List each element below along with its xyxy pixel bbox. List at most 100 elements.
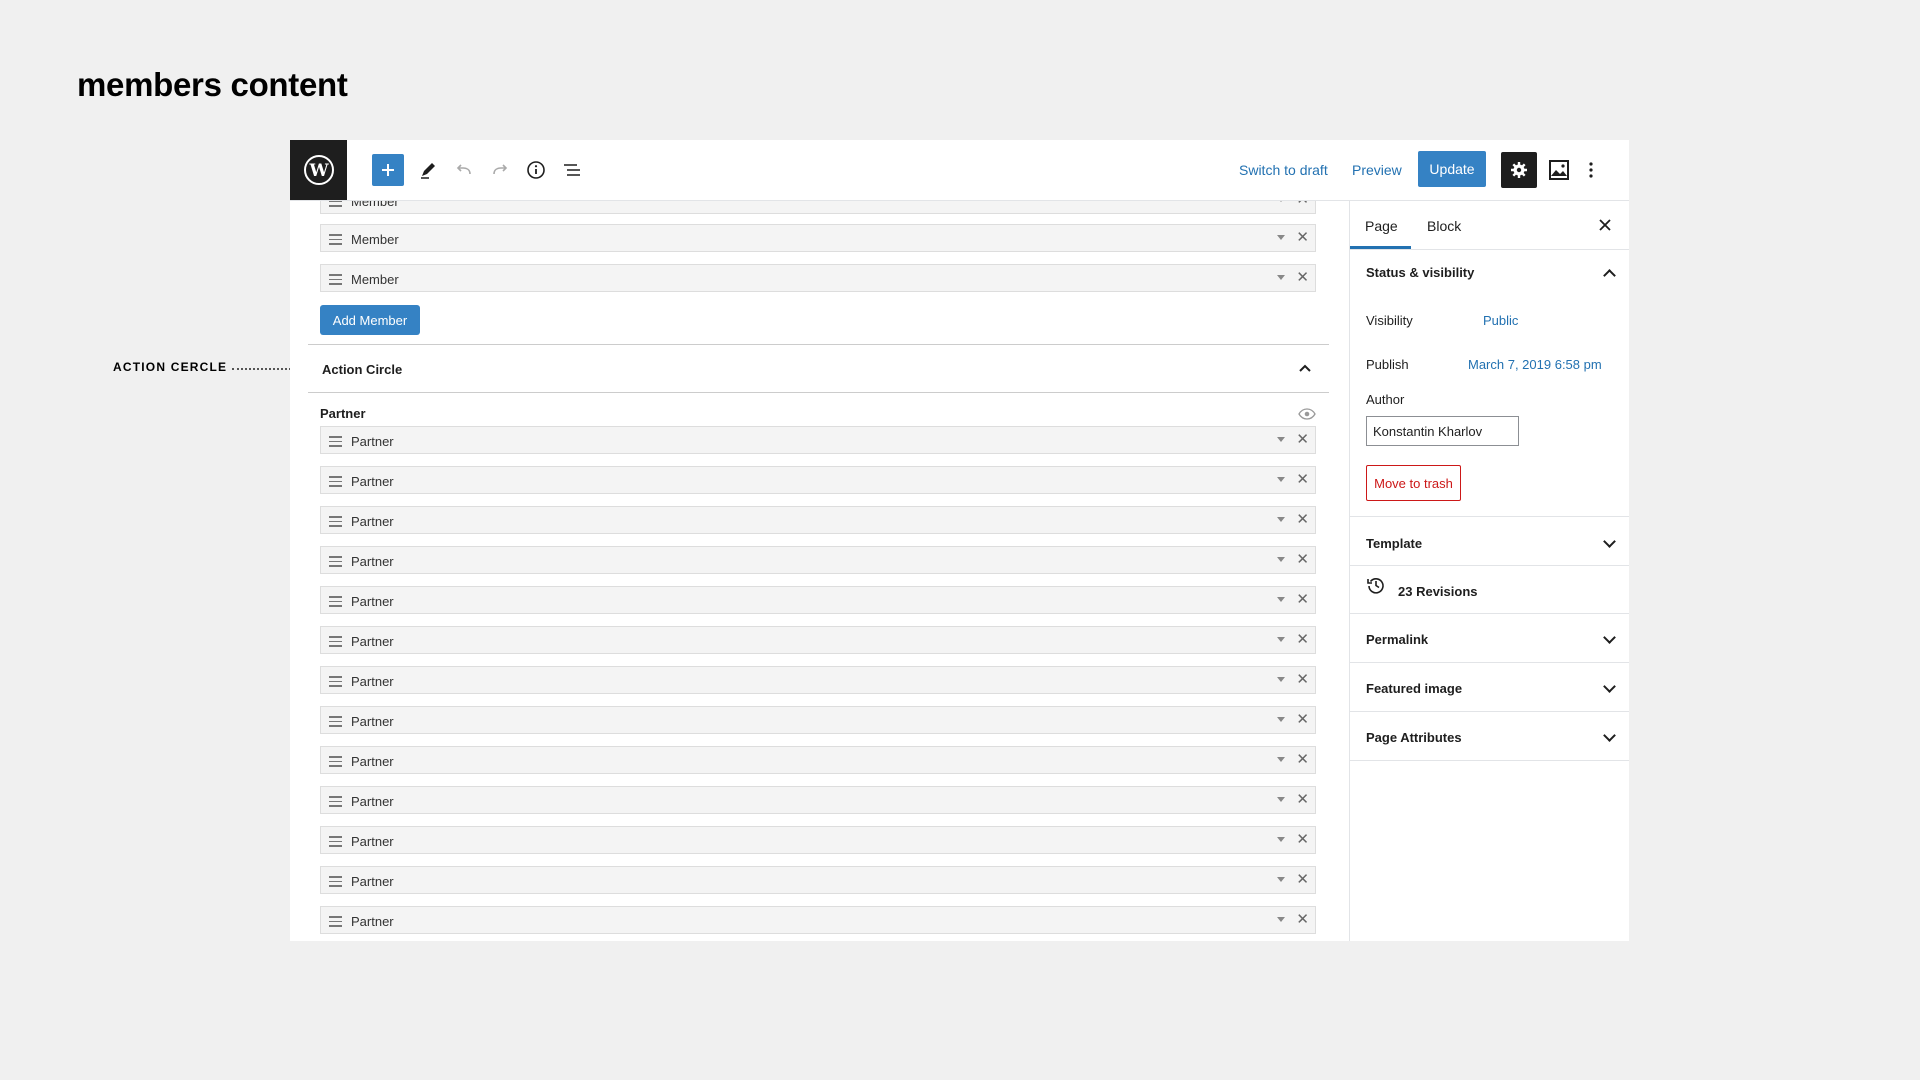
settings-sidebar: Page Block Status & visibility Visibilit… (1349, 200, 1629, 941)
partner-row[interactable]: Partner ✕ (320, 506, 1316, 534)
dropdown-arrow-icon[interactable] (1277, 557, 1285, 562)
permalink-panel-toggle[interactable]: Permalink (1366, 632, 1428, 647)
remove-icon[interactable]: ✕ (1296, 471, 1309, 489)
drag-handle-icon[interactable] (329, 916, 342, 930)
drag-handle-icon[interactable] (329, 636, 342, 650)
drag-handle-icon[interactable] (329, 716, 342, 730)
remove-icon[interactable]: ✕ (1296, 631, 1309, 649)
template-panel-toggle[interactable]: Template (1366, 536, 1422, 551)
visibility-link[interactable]: Public (1483, 313, 1518, 328)
remove-icon[interactable]: ✕ (1296, 831, 1309, 849)
drag-handle-icon[interactable] (329, 876, 342, 890)
status-visibility-panel-toggle[interactable]: Status & visibility (1366, 265, 1474, 280)
drag-handle-icon[interactable] (329, 676, 342, 690)
edit-tools-button[interactable] (416, 158, 440, 182)
chevron-up-icon[interactable] (1603, 269, 1616, 282)
preview-link[interactable]: Preview (1352, 162, 1402, 178)
remove-icon[interactable]: ✕ (1296, 791, 1309, 809)
dropdown-arrow-icon[interactable] (1277, 517, 1285, 522)
tab-block[interactable]: Block (1427, 218, 1461, 234)
drag-handle-icon[interactable] (329, 200, 342, 210)
drag-handle-icon[interactable] (329, 234, 342, 248)
dropdown-arrow-icon[interactable] (1277, 235, 1285, 240)
more-vertical-icon (1589, 162, 1593, 178)
partner-row[interactable]: Partner ✕ (320, 666, 1316, 694)
remove-icon[interactable]: ✕ (1296, 551, 1309, 569)
drag-handle-icon[interactable] (329, 836, 342, 850)
remove-icon[interactable]: ✕ (1296, 229, 1309, 247)
partner-row[interactable]: Partner ✕ (320, 866, 1316, 894)
list-view-button[interactable] (560, 158, 584, 182)
chevron-down-icon[interactable] (1603, 631, 1616, 644)
chevron-down-icon[interactable] (1603, 729, 1616, 742)
drag-handle-icon[interactable] (329, 556, 342, 570)
publish-date-link[interactable]: March 7, 2019 6:58 pm (1468, 357, 1602, 372)
author-select[interactable] (1366, 416, 1519, 446)
tab-page[interactable]: Page (1365, 218, 1398, 234)
remove-icon[interactable]: ✕ (1296, 751, 1309, 769)
page-attributes-panel-toggle[interactable]: Page Attributes (1366, 730, 1462, 745)
partner-row[interactable]: Partner ✕ (320, 426, 1316, 454)
drag-handle-icon[interactable] (329, 274, 342, 288)
remove-icon[interactable]: ✕ (1296, 911, 1309, 929)
add-block-button[interactable] (372, 154, 404, 186)
remove-icon[interactable]: ✕ (1296, 511, 1309, 529)
dropdown-arrow-icon[interactable] (1277, 837, 1285, 842)
chevron-down-icon[interactable] (1603, 680, 1616, 693)
wordpress-logo-button[interactable]: W (290, 140, 347, 200)
drag-handle-icon[interactable] (329, 756, 342, 770)
remove-icon[interactable]: ✕ (1296, 200, 1309, 209)
update-button[interactable]: Update (1418, 151, 1486, 187)
partner-row[interactable]: Partner ✕ (320, 466, 1316, 494)
details-button[interactable] (524, 158, 548, 182)
member-row[interactable]: Member ✕ (320, 264, 1316, 292)
partner-row[interactable]: Partner ✕ (320, 546, 1316, 574)
dropdown-arrow-icon[interactable] (1277, 677, 1285, 682)
move-to-trash-button[interactable]: Move to trash (1366, 465, 1461, 501)
remove-icon[interactable]: ✕ (1296, 871, 1309, 889)
dropdown-arrow-icon[interactable] (1277, 437, 1285, 442)
partner-row[interactable]: Partner ✕ (320, 746, 1316, 774)
settings-button[interactable] (1501, 152, 1537, 188)
close-icon[interactable] (1599, 219, 1611, 231)
dropdown-arrow-icon[interactable] (1277, 877, 1285, 882)
drag-handle-icon[interactable] (329, 436, 342, 450)
switch-to-draft-link[interactable]: Switch to draft (1239, 162, 1328, 178)
dropdown-arrow-icon[interactable] (1277, 275, 1285, 280)
remove-icon[interactable]: ✕ (1296, 591, 1309, 609)
dropdown-arrow-icon[interactable] (1277, 637, 1285, 642)
chevron-up-icon[interactable] (1298, 363, 1312, 373)
partner-row[interactable]: Partner ✕ (320, 586, 1316, 614)
partner-row[interactable]: Partner ✕ (320, 786, 1316, 814)
partner-row[interactable]: Partner ✕ (320, 906, 1316, 934)
media-button[interactable] (1547, 158, 1571, 182)
wordpress-icon: W (303, 155, 334, 185)
partner-row[interactable]: Partner ✕ (320, 826, 1316, 854)
dropdown-arrow-icon[interactable] (1277, 757, 1285, 762)
drag-handle-icon[interactable] (329, 596, 342, 610)
undo-button[interactable] (452, 158, 476, 182)
more-options-button[interactable] (1583, 158, 1599, 182)
dropdown-arrow-icon[interactable] (1277, 597, 1285, 602)
redo-button[interactable] (488, 158, 512, 182)
featured-image-panel-toggle[interactable]: Featured image (1366, 681, 1462, 696)
dropdown-arrow-icon[interactable] (1277, 477, 1285, 482)
drag-handle-icon[interactable] (329, 796, 342, 810)
drag-handle-icon[interactable] (329, 476, 342, 490)
dropdown-arrow-icon[interactable] (1277, 717, 1285, 722)
partner-row[interactable]: Partner ✕ (320, 706, 1316, 734)
remove-icon[interactable]: ✕ (1296, 711, 1309, 729)
partner-row[interactable]: Partner ✕ (320, 626, 1316, 654)
remove-icon[interactable]: ✕ (1296, 671, 1309, 689)
add-member-button[interactable]: Add Member (320, 305, 420, 335)
revisions-link[interactable]: 23 Revisions (1398, 584, 1478, 599)
remove-icon[interactable]: ✕ (1296, 431, 1309, 449)
dropdown-arrow-icon[interactable] (1277, 917, 1285, 922)
member-row[interactable]: Member ✕ (320, 224, 1316, 252)
member-row[interactable]: Member ✕ (320, 200, 1316, 214)
remove-icon[interactable]: ✕ (1296, 269, 1309, 287)
chevron-down-icon[interactable] (1603, 535, 1616, 548)
eye-icon[interactable] (1298, 408, 1316, 420)
dropdown-arrow-icon[interactable] (1277, 797, 1285, 802)
drag-handle-icon[interactable] (329, 516, 342, 530)
